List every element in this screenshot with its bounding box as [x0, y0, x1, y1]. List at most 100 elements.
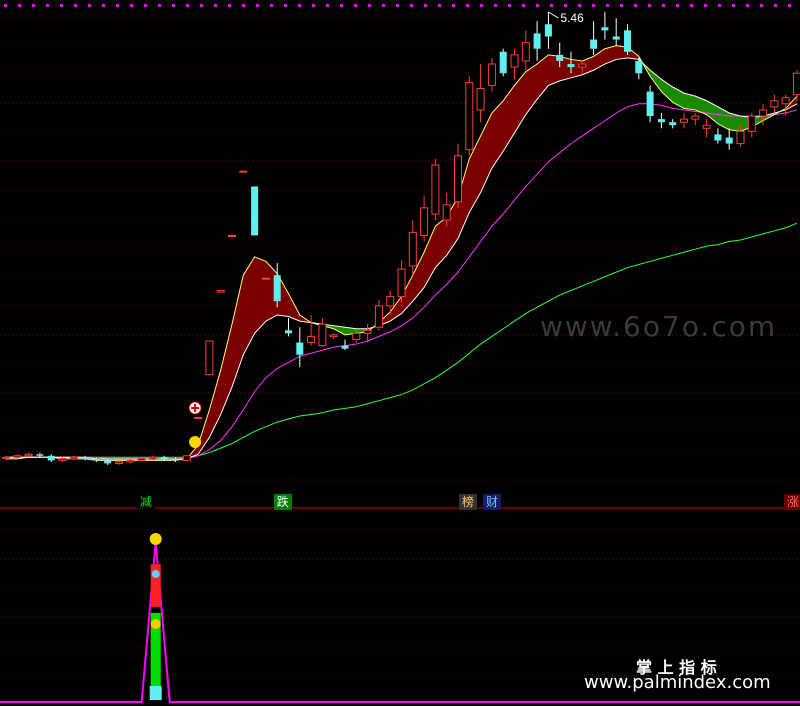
- candle-body: [669, 122, 677, 126]
- top-marker: [340, 4, 343, 7]
- candle-body: [307, 335, 316, 344]
- candle-body: [465, 81, 474, 151]
- candle-body: [454, 155, 462, 203]
- top-marker: [480, 4, 483, 7]
- top-marker: [494, 4, 497, 7]
- candle-body: [476, 88, 485, 111]
- candle-body: [646, 91, 654, 117]
- candle-body: [499, 51, 507, 74]
- candle-body: [657, 119, 665, 123]
- candle-body: [137, 458, 146, 461]
- top-marker: [564, 4, 567, 7]
- ema-slow-line: [6, 57, 798, 460]
- top-marker: [284, 4, 287, 7]
- signal-tag: 榜: [458, 494, 477, 510]
- top-marker: [130, 4, 133, 7]
- candle-body: [747, 115, 756, 132]
- top-marker: [676, 4, 679, 7]
- candle-body: [397, 268, 406, 298]
- candle-body: [590, 39, 598, 49]
- top-marker: [214, 4, 217, 7]
- smiley-icon: [149, 533, 162, 545]
- candle-body: [273, 275, 281, 302]
- top-marker: [256, 4, 259, 7]
- candle-body: [172, 458, 179, 461]
- candlestick-chart: 5.46: [0, 4, 800, 703]
- candle-body: [702, 124, 711, 129]
- candle-body: [47, 455, 55, 461]
- top-marker: [88, 4, 91, 7]
- top-marker: [606, 4, 609, 7]
- top-marker: [648, 4, 651, 7]
- ema-fast-line: [6, 45, 798, 461]
- top-marker: [662, 4, 665, 7]
- candle-body: [104, 460, 112, 464]
- candle-body: [793, 72, 800, 96]
- candle-body: [13, 455, 22, 458]
- candle-body: [205, 340, 214, 376]
- top-marker: [144, 4, 147, 7]
- candle-body: [736, 130, 745, 145]
- top-marker: [200, 4, 203, 7]
- candle-body: [216, 289, 225, 293]
- watermark-site-small: www.6o7o.com: [540, 310, 778, 343]
- candle-body: [296, 342, 304, 355]
- candle-body: [182, 455, 191, 461]
- candle-body: [714, 134, 722, 141]
- watermark-site: www.palmindex.com: [584, 672, 771, 693]
- candle-body: [285, 330, 292, 334]
- candle-body: [770, 100, 779, 108]
- candle-body: [420, 207, 429, 236]
- candle-body: [533, 33, 541, 49]
- top-marker: [410, 4, 413, 7]
- candle-body: [2, 456, 10, 459]
- signal-tag: 财: [483, 494, 502, 510]
- top-marker: [116, 4, 119, 7]
- top-marker: [18, 4, 21, 7]
- top-marker: [74, 4, 77, 7]
- max-price-label: 5.46: [560, 11, 584, 25]
- candle-body: [510, 54, 519, 68]
- candle-body: [92, 458, 100, 461]
- candle-body: [624, 30, 631, 52]
- candle-body: [251, 186, 259, 236]
- candle-body: [36, 454, 44, 456]
- candle-body: [578, 63, 587, 68]
- candle-body: [487, 63, 496, 86]
- signal-tag: 减: [136, 494, 155, 510]
- top-marker: [382, 4, 385, 7]
- butterfly-icon: [151, 570, 160, 578]
- top-marker: [466, 4, 469, 7]
- candle-body: [160, 457, 168, 459]
- top-marker: [760, 4, 763, 7]
- top-marker: [550, 4, 553, 7]
- top-marker: [690, 4, 693, 7]
- candle-body: [612, 36, 620, 40]
- candle-body: [239, 170, 248, 173]
- top-marker: [774, 4, 777, 7]
- candle-body: [759, 109, 768, 117]
- top-marker: [172, 4, 175, 7]
- top-marker: [452, 4, 455, 7]
- top-marker: [592, 4, 595, 7]
- candle-body: [363, 329, 372, 334]
- top-marker: [536, 4, 539, 7]
- candle-body: [408, 231, 417, 267]
- signal-tag: 涨: [784, 494, 800, 510]
- candle-body: [341, 345, 349, 349]
- candle-body: [544, 24, 552, 37]
- candle-body: [374, 305, 383, 328]
- top-marker: [634, 4, 637, 7]
- candle-body: [148, 456, 157, 460]
- candle-body: [431, 164, 440, 215]
- top-marker: [32, 4, 35, 7]
- top-marker: [732, 4, 735, 7]
- top-marker: [4, 4, 7, 7]
- ema-band: [649, 69, 662, 93]
- candle-body: [69, 456, 78, 460]
- candle-body: [228, 234, 236, 237]
- candle-body: [194, 417, 203, 420]
- top-marker: [158, 4, 161, 7]
- top-marker: [424, 4, 427, 7]
- top-marker: [788, 4, 791, 7]
